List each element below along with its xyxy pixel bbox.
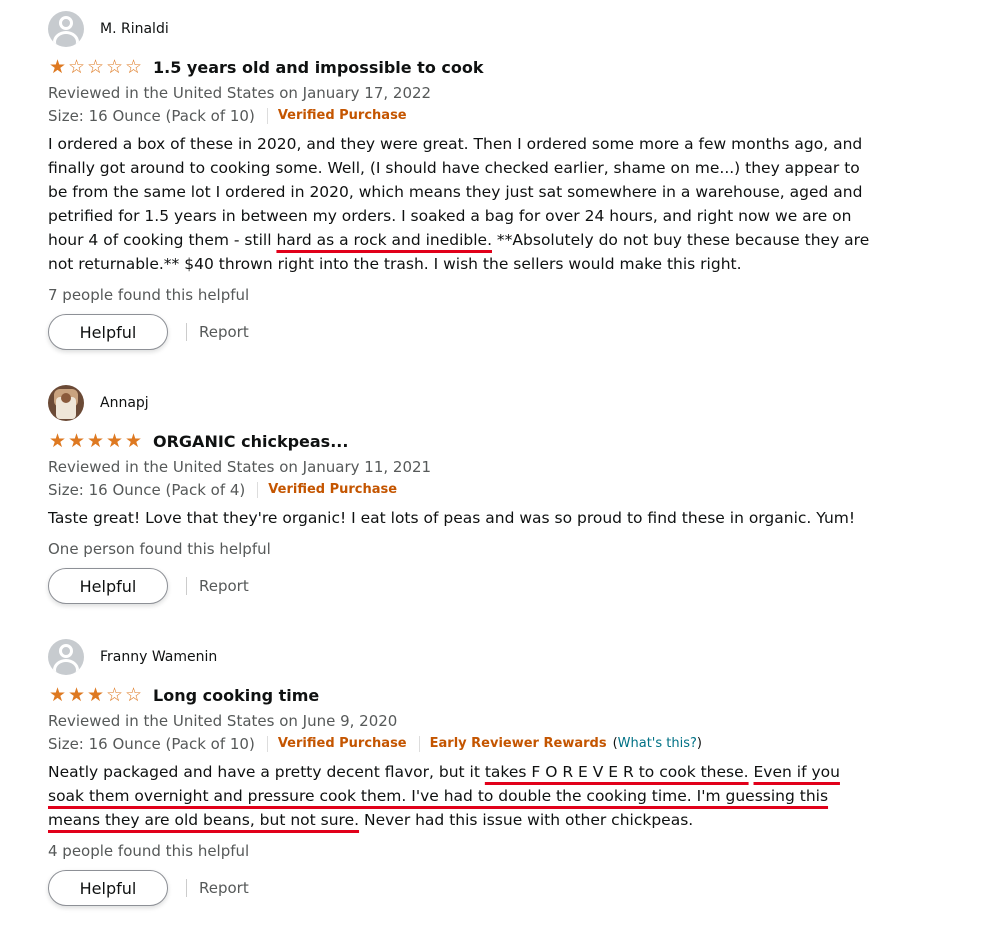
divider [186,879,187,897]
avatar[interactable] [48,385,84,421]
helpful-button[interactable]: Helpful [48,314,168,350]
review-title[interactable]: 1.5 years old and impossible to cook [153,58,484,77]
verified-purchase-badge: Verified Purchase [268,482,398,497]
helpful-button[interactable]: Helpful [48,870,168,906]
review-text: Never had this issue with other chickpea… [359,811,694,829]
verified-purchase-badge: Verified Purchase [277,736,407,751]
reviewer-name[interactable]: Annapj [100,395,149,411]
star-full-icon: ★ [67,683,86,706]
whats-this: (What's this?) [612,736,702,751]
underlined-text: hard as a rock and inedible. [276,231,492,249]
star-full-icon: ★ [124,429,143,452]
star-full-icon: ★ [105,429,124,452]
star-empty-icon: ☆ [105,683,124,706]
star-full-icon: ★ [86,683,105,706]
early-reviewer-badge: Early Reviewer Rewards [429,736,607,751]
review-body: Neatly packaged and have a pretty decent… [48,760,878,832]
divider [266,736,268,752]
verified-purchase-badge: Verified Purchase [277,108,407,123]
review-text: Neatly packaged and have a pretty decent… [48,763,485,781]
star-full-icon: ★ [67,429,86,452]
divider [257,482,259,498]
reviewer-name[interactable]: M. Rinaldi [100,21,169,37]
divider [418,736,420,752]
review-body: I ordered a box of these in 2020, and th… [48,132,878,276]
helpful-button[interactable]: Helpful [48,568,168,604]
product-size[interactable]: Size: 16 Ounce (Pack of 10) [48,732,255,756]
helpful-count: 4 people found this helpful [48,842,250,860]
product-size[interactable]: Size: 16 Ounce (Pack of 4) [48,478,245,502]
report-link[interactable]: Report [199,577,249,595]
star-rating[interactable]: ★ ★ ★ ★ ★ [48,429,143,452]
underlined-text: takes F O R E V E R to cook these. [484,763,749,781]
star-empty-icon: ☆ [67,55,86,78]
star-empty-icon: ☆ [124,55,143,78]
review-date: Reviewed in the United States on January… [48,84,432,102]
star-rating[interactable]: ★ ★ ★ ☆ ☆ [48,683,143,706]
star-full-icon: ★ [48,55,67,78]
helpful-count: One person found this helpful [48,540,271,558]
divider [186,577,187,595]
reviewer-profile[interactable]: Franny Wamenin [48,638,878,676]
review-text: Taste great! Love that they're organic! … [48,509,856,527]
divider [266,108,268,124]
star-rating[interactable]: ★ ☆ ☆ ☆ ☆ [48,55,143,78]
star-empty-icon: ☆ [86,55,105,78]
report-link[interactable]: Report [199,323,249,341]
report-link[interactable]: Report [199,879,249,897]
star-empty-icon: ☆ [124,683,143,706]
star-empty-icon: ☆ [105,55,124,78]
star-full-icon: ★ [48,683,67,706]
review-body: Taste great! Love that they're organic! … [48,506,878,530]
divider [186,323,187,341]
star-full-icon: ★ [86,429,105,452]
reviewer-name[interactable]: Franny Wamenin [100,649,217,665]
whats-this-link[interactable]: What's this? [618,736,697,751]
review: M. Rinaldi ★ ☆ ☆ ☆ ☆ 1.5 years old and impos… [48,10,878,350]
avatar[interactable] [48,11,84,47]
review-date: Reviewed in the United States on January… [48,458,432,476]
review-date: Reviewed in the United States on June 9,… [48,712,398,730]
review: Franny Wamenin ★ ★ ★ ☆ ☆ Long cooking time R… [48,638,878,906]
reviewer-profile[interactable]: M. Rinaldi [48,10,878,48]
star-full-icon: ★ [48,429,67,452]
review: Annapj ★ ★ ★ ★ ★ ORGANIC chickpeas... Review… [48,384,878,604]
review-title[interactable]: Long cooking time [153,686,319,705]
reviewer-profile[interactable]: Annapj [48,384,878,422]
helpful-count: 7 people found this helpful [48,286,250,304]
product-size[interactable]: Size: 16 Ounce (Pack of 10) [48,104,255,128]
review-title[interactable]: ORGANIC chickpeas... [153,432,348,451]
avatar[interactable] [48,639,84,675]
